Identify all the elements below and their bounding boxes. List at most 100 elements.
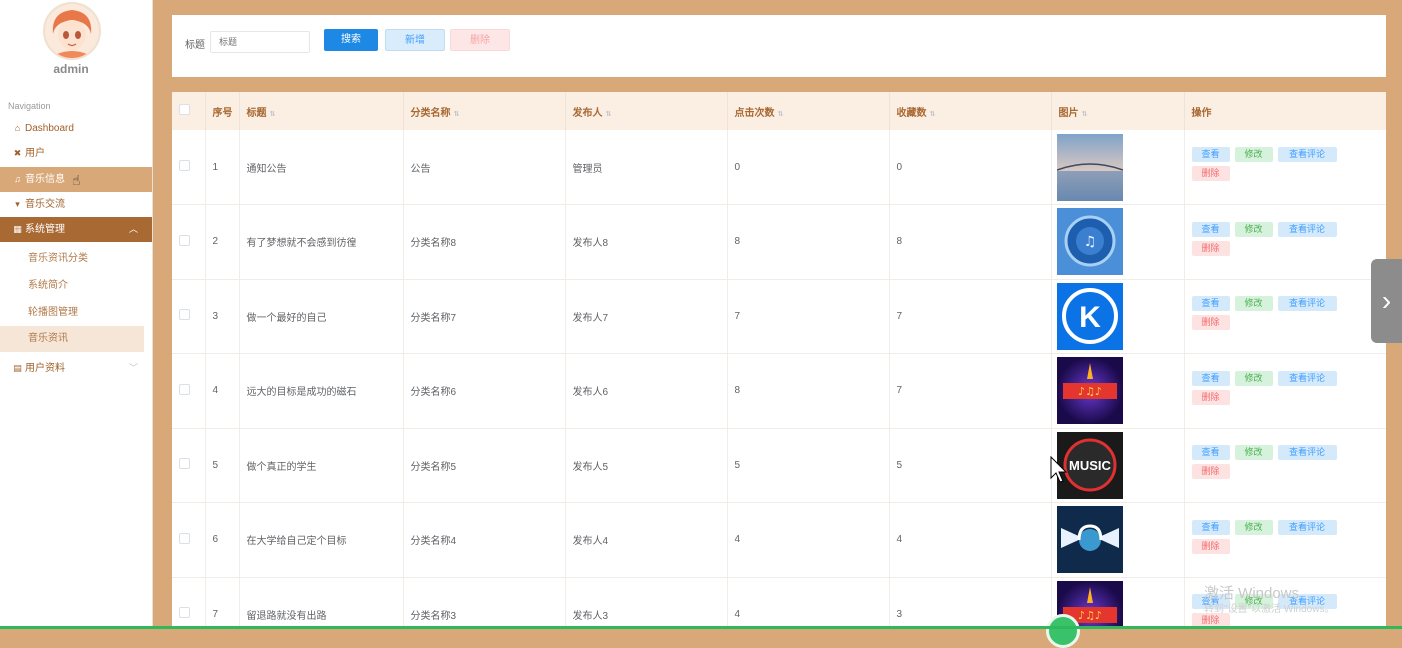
submenu-item-carousel[interactable]: 轮播图管理 (0, 300, 144, 326)
submenu-item-music-news[interactable]: 音乐资讯 (0, 326, 144, 352)
kugou-k-logo-image[interactable]: K (1056, 282, 1183, 350)
view-comments-button[interactable]: 查看评论 (1277, 370, 1337, 386)
delete-button[interactable]: 删除 (1191, 166, 1230, 181)
row-select-cell[interactable] (172, 353, 206, 429)
row-checkbox[interactable] (179, 160, 190, 171)
edit-button[interactable]: 修改 (1234, 147, 1273, 162)
cell-image[interactable]: ♫ (1051, 204, 1185, 280)
users-icon: ✖ (13, 148, 22, 158)
search-button[interactable]: 搜索 (324, 29, 378, 51)
delete-button[interactable]: 删除 (1191, 240, 1230, 256)
sort-icon[interactable]: ⇅ (606, 111, 612, 118)
row-checkbox[interactable] (179, 234, 190, 246)
row-select-cell[interactable] (172, 130, 206, 205)
edit-button[interactable]: 修改 (1234, 370, 1273, 386)
svg-text:♪♫♪: ♪♫♪ (1078, 609, 1102, 622)
music-poster-image[interactable]: ♪♫♪ (1056, 357, 1183, 425)
column-header-image[interactable]: 图片 ⇅ (1051, 92, 1185, 130)
sidebar: admin Navigation ⌂ Dashboard ✖ 用户 ♫ 音乐信息 ▾ 音… (0, 0, 153, 629)
sidebar-item-system[interactable]: ▦ 系统管理 ︿ (0, 217, 152, 242)
cell-image[interactable] (1051, 130, 1185, 205)
svg-text:K: K (1079, 301, 1101, 334)
add-button[interactable]: 新增 (385, 29, 445, 51)
table-row: 6 在大学给自己定个目标 分类名称4 发布人4 4 4 查看 修改 查看评论 删除 (172, 502, 1386, 578)
delete-button[interactable]: 删除 (1191, 538, 1230, 554)
delete-button[interactable]: 删除 (1191, 464, 1230, 480)
row-select-cell[interactable] (172, 204, 206, 280)
submenu-item-system-intro[interactable]: 系统简介 (0, 273, 144, 299)
blue-music-app-image[interactable]: ♫ (1056, 208, 1183, 276)
view-comments-button[interactable]: 查看评论 (1277, 221, 1337, 237)
next-page-arrow[interactable]: › (1371, 259, 1402, 343)
cell-favorites: 5 (889, 428, 1052, 503)
sidebar-item-dashboard[interactable]: ⌂ Dashboard (0, 116, 152, 141)
view-comments-button[interactable]: 查看评论 (1277, 147, 1337, 162)
sidebar-item-music-exchange[interactable]: ▾ 音乐交流 (0, 192, 152, 217)
view-comments-button[interactable]: 查看评论 (1277, 445, 1337, 461)
view-comments-button[interactable]: 查看评论 (1277, 519, 1337, 535)
submenu-item-music-category[interactable]: 音乐资讯分类 (0, 246, 144, 272)
view-button[interactable]: 查看 (1191, 519, 1230, 535)
row-checkbox[interactable] (179, 458, 190, 470)
delete-button[interactable]: 删除 (1191, 315, 1230, 331)
home-icon: ⌂ (14, 123, 21, 133)
column-header-clicks[interactable]: 点击次数 ⇅ (727, 92, 890, 130)
view-button[interactable]: 查看 (1191, 296, 1230, 312)
view-button[interactable]: 查看 (1191, 221, 1230, 237)
title-search-input[interactable] (210, 31, 310, 53)
view-comments-button[interactable]: 查看评论 (1277, 296, 1337, 312)
cell-category: 分类名称5 (403, 428, 566, 503)
svg-text:MUSIC: MUSIC (1069, 458, 1112, 473)
select-all-checkbox[interactable] (179, 104, 190, 115)
cell-category: 分类名称3 (403, 577, 566, 629)
bridge-sunset-image[interactable] (1056, 133, 1183, 201)
column-header-publisher[interactable]: 发布人 ⇅ (565, 92, 728, 130)
edit-button[interactable]: 修改 (1234, 221, 1273, 237)
column-header-category[interactable]: 分类名称 ⇅ (403, 92, 566, 130)
cell-image[interactable]: ♪♫♪ (1051, 353, 1185, 429)
sort-icon[interactable]: ⇅ (1082, 111, 1088, 118)
cell-category: 公告 (403, 130, 566, 205)
edit-button[interactable]: 修改 (1234, 296, 1273, 312)
column-header-title[interactable]: 标题 ⇅ (239, 92, 404, 130)
edit-button[interactable]: 修改 (1234, 519, 1273, 535)
username: admin (53, 62, 89, 76)
select-all-cell[interactable] (172, 92, 206, 130)
cell-favorites: 7 (889, 353, 1052, 429)
cell-publisher: 发布人7 (565, 279, 728, 354)
delete-button[interactable]: 删除 (1191, 389, 1230, 405)
row-select-cell[interactable] (172, 428, 206, 503)
cell-image[interactable] (1051, 502, 1185, 578)
cell-image[interactable]: K (1051, 279, 1185, 354)
sort-icon[interactable]: ⇅ (778, 111, 784, 118)
row-select-cell[interactable] (172, 502, 206, 578)
row-checkbox[interactable] (179, 607, 190, 619)
chat-icon: ▾ (15, 199, 20, 209)
cell-clicks: 4 (727, 502, 890, 578)
view-button[interactable]: 查看 (1191, 445, 1230, 461)
music-badge-image[interactable]: MUSIC (1056, 431, 1183, 499)
winged-headphones-image[interactable] (1056, 506, 1183, 574)
sort-icon[interactable]: ⇅ (930, 111, 936, 118)
row-checkbox[interactable] (179, 309, 190, 321)
cell-actions: 查看 修改 查看评论删除 (1184, 204, 1386, 280)
row-select-cell[interactable] (172, 279, 206, 354)
view-button[interactable]: 查看 (1191, 147, 1230, 162)
sort-icon[interactable]: ⇅ (454, 111, 460, 118)
cell-no: 6 (205, 502, 240, 578)
sidebar-item-users[interactable]: ✖ 用户 (0, 141, 152, 166)
column-header-no: 序号 (205, 92, 240, 130)
sort-icon[interactable]: ⇅ (270, 111, 276, 118)
batch-delete-button[interactable]: 删除 (450, 29, 510, 51)
cell-publisher: 发布人4 (565, 502, 728, 578)
row-checkbox[interactable] (179, 383, 190, 395)
avatar[interactable] (43, 2, 101, 60)
row-checkbox[interactable] (179, 532, 190, 544)
column-header-favorites[interactable]: 收藏数 ⇅ (889, 92, 1052, 130)
sidebar-item-user-profile[interactable]: ▤ 用户资料 ﹀ (0, 356, 152, 381)
edit-button[interactable]: 修改 (1234, 445, 1273, 461)
row-select-cell[interactable] (172, 577, 206, 629)
cell-title: 做一个最好的自己 (239, 279, 404, 354)
view-button[interactable]: 查看 (1191, 370, 1230, 386)
cell-image[interactable]: MUSIC (1051, 428, 1185, 503)
